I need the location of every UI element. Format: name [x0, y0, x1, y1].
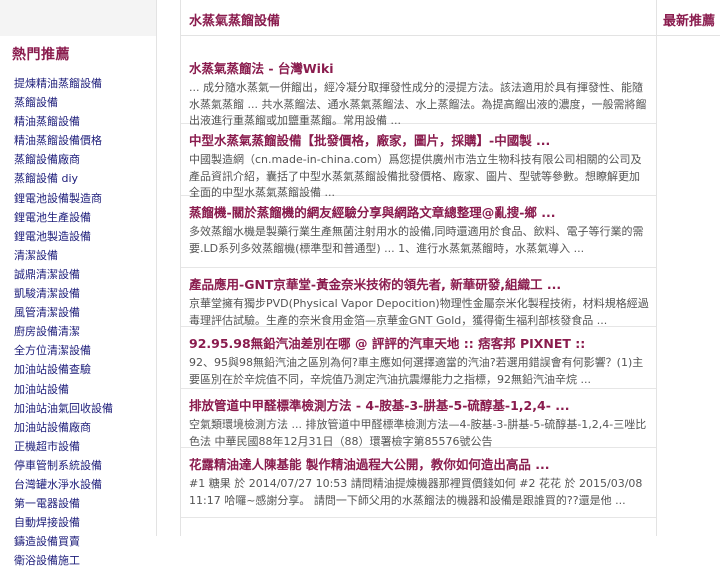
result-title-link[interactable]: 92.95.98無鉛汽油差別在哪 @ 評評的汽車天地 :: 痞客邦 PIXNET…: [189, 335, 650, 353]
sidebar-link[interactable]: 自動焊接設備: [14, 513, 113, 532]
result-title-link[interactable]: 產品應用-GNT京華堂-黃金奈米技術的領先者, 新華研發,組織工 ...: [189, 276, 650, 294]
search-result: 花露精油達人陳基能 製作精油過程大公開，教你如何造出高品 ... #1 糖果 於 …: [181, 448, 656, 518]
sidebar-link[interactable]: 誠鼎清潔設備: [14, 265, 113, 284]
sidebar-link[interactable]: 正機超市設備: [14, 437, 113, 456]
sidebar-link[interactable]: 鋰電池生產設備: [14, 208, 113, 227]
right-column-title: 最新推薦: [663, 14, 716, 29]
sidebar-link[interactable]: 精油蒸餾設備: [14, 112, 113, 131]
sidebar-link[interactable]: 廚房設備清潔: [14, 322, 113, 341]
sidebar-link[interactable]: 加油站油氣回收設備: [14, 399, 113, 418]
result-snippet: 空氣類環境檢測方法 ... 排放管道中甲醛標準檢測方法—4-胺基-3-肼基-5-…: [189, 418, 647, 448]
sidebar-list: 提煉精油蒸餾設備 蒸餾設備 精油蒸餾設備 精油蒸餾設備價格 蒸餾設備廠商 蒸餾設備 diy…: [14, 74, 113, 570]
result-snippet: ... 成分隨水蒸氣一併餾出，經冷凝分取揮發性成分的浸提方法。該法適用於具有揮發…: [189, 81, 647, 127]
sidebar-link[interactable]: 加油站設備廠商: [14, 418, 113, 437]
search-result: 92.95.98無鉛汽油差別在哪 @ 評評的汽車天地 :: 痞客邦 PIXNET…: [181, 327, 656, 389]
result-snippet: 92、95與98無鉛汽油之區別為何?車主應如何選擇適當的汽油?若選用錯誤會有何影…: [189, 356, 644, 386]
sidebar-title: 熱門推薦: [12, 47, 70, 63]
sidebar-link[interactable]: 凱駿清潔設備: [14, 284, 113, 303]
sidebar-link[interactable]: 第一電器設備: [14, 494, 113, 513]
result-title-link[interactable]: 中型水蒸氣蒸餾設備【批發價格，廠家，圖片，採購】-中國製 ...: [189, 132, 650, 150]
sidebar-link[interactable]: 鋰電池製造設備: [14, 227, 113, 246]
sidebar-header-bar: [0, 0, 156, 36]
sidebar-link[interactable]: 風管清潔設備: [14, 303, 113, 322]
column-divider: [656, 0, 657, 536]
search-result: 水蒸氣蒸餾法 - 台灣Wiki ... 成分隨水蒸氣一併餾出，經冷凝分取揮發性成分…: [181, 36, 656, 127]
result-title-link[interactable]: 花露精油達人陳基能 製作精油過程大公開，教你如何造出高品 ...: [189, 456, 650, 474]
sidebar-link[interactable]: 蒸餾設備 diy: [14, 169, 113, 188]
result-snippet: 多效蒸餾水機是製藥行業生產無菌注射用水的設備,同時還適用於食品、飲料、電子等行業…: [189, 225, 644, 255]
sidebar-link[interactable]: 鋰電池設備製造商: [14, 189, 113, 208]
search-result: 蒸餾機-關於蒸餾機的網友經驗分享與網路文章總整理@亂搜-鄉 ... 多效蒸餾水機是…: [181, 196, 656, 268]
sidebar-link[interactable]: 台灣罐水淨水設備: [14, 475, 113, 494]
search-result: 產品應用-GNT京華堂-黃金奈米技術的領先者, 新華研發,組織工 ... 京華堂擁…: [181, 268, 656, 327]
result-snippet: 中國製造網（cn.made-in-china.com）爲您提供廣州市浩立生物科技…: [189, 153, 642, 199]
results-list: 水蒸氣蒸餾法 - 台灣Wiki ... 成分隨水蒸氣一併餾出，經冷凝分取揮發性成分…: [181, 36, 656, 518]
sidebar: 熱門推薦 提煉精油蒸餾設備 蒸餾設備 精油蒸餾設備 精油蒸餾設備價格 蒸餾設備廠商 蒸餾設…: [0, 0, 157, 567]
sidebar-link[interactable]: 提煉精油蒸餾設備: [14, 74, 113, 93]
result-title-link[interactable]: 排放管道中甲醛標準檢測方法 - 4-胺基-3-肼基-5-硫醇基-1,2,4- .…: [189, 397, 650, 415]
result-title-link[interactable]: 蒸餾機-關於蒸餾機的網友經驗分享與網路文章總整理@亂搜-鄉 ...: [189, 204, 650, 222]
sidebar-link[interactable]: 蒸餾設備: [14, 93, 113, 112]
page-title: 水蒸氣蒸餾設備: [189, 14, 281, 29]
sidebar-link[interactable]: 精油蒸餾設備價格: [14, 131, 113, 150]
result-snippet: 京華堂擁有獨步PVD(Physical Vapor Depocition)物理性…: [189, 297, 649, 327]
sidebar-link[interactable]: 衛浴設備施工: [14, 551, 113, 570]
sidebar-link[interactable]: 加油站設備查驗: [14, 360, 113, 379]
sidebar-link[interactable]: 加油站設備: [14, 380, 113, 399]
search-result: 排放管道中甲醛標準檢測方法 - 4-胺基-3-肼基-5-硫醇基-1,2,4- .…: [181, 389, 656, 448]
sidebar-link[interactable]: 蒸餾設備廠商: [14, 150, 113, 169]
sidebar-link[interactable]: 停車管制系統設備: [14, 456, 113, 475]
sidebar-link[interactable]: 清潔設備: [14, 246, 113, 265]
sidebar-link[interactable]: 全方位清潔設備: [14, 341, 113, 360]
result-snippet: #1 糖果 於 2014/07/27 10:53 請問精油提煉機器那裡買價錢如何…: [189, 477, 643, 507]
result-title-link[interactable]: 水蒸氣蒸餾法 - 台灣Wiki: [189, 60, 650, 78]
search-result: 中型水蒸氣蒸餾設備【批發價格，廠家，圖片，採購】-中國製 ... 中國製造網（cn…: [181, 124, 656, 199]
sidebar-link[interactable]: 鑄造設備買賣: [14, 532, 113, 551]
